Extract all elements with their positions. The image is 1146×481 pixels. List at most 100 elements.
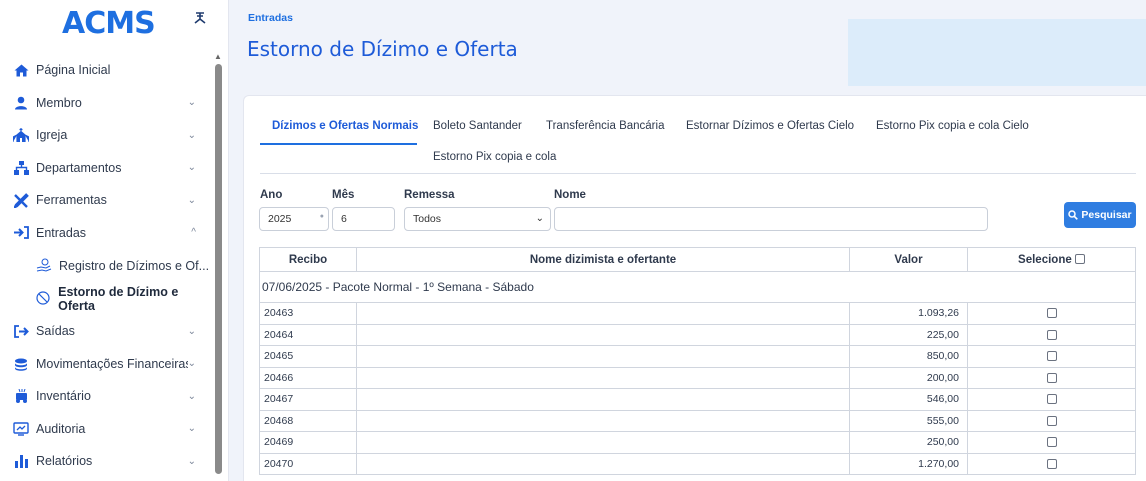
valor-cell: 546,00 bbox=[849, 388, 968, 411]
ano-label: Ano bbox=[260, 189, 283, 201]
table-row: 20468 555,00 bbox=[259, 409, 1136, 432]
nome-cell bbox=[356, 323, 850, 346]
chevron-up-icon: ^ bbox=[191, 227, 196, 239]
table-header-row: Recibo Nome dizimista e ofertante Valor … bbox=[259, 247, 1136, 272]
sign-in-icon bbox=[12, 225, 30, 241]
chevron-down-icon: ⌄ bbox=[187, 97, 196, 109]
select-cell bbox=[967, 323, 1136, 346]
search-icon bbox=[1068, 210, 1079, 220]
sidebar-item-igreja[interactable]: Igreja ⌄ bbox=[0, 119, 210, 152]
tab-estorno-pix-cielo[interactable]: Estorno Pix copia e cola Cielo bbox=[876, 120, 1029, 132]
select-all-checkbox[interactable] bbox=[1074, 254, 1085, 265]
sidebar-item-entradas[interactable]: Entradas ^ bbox=[0, 217, 210, 250]
tab-estornar-cielo[interactable]: Estornar Dízimos e Ofertas Cielo bbox=[686, 120, 854, 132]
app-logo[interactable]: ACMS bbox=[62, 6, 156, 41]
remessa-label: Remessa bbox=[404, 189, 455, 201]
recibo-cell: 20469 bbox=[259, 431, 357, 454]
sidebar-item-label: Inventário bbox=[36, 389, 91, 404]
sidebar-item-relatorios[interactable]: Relatórios ⌄ bbox=[0, 445, 210, 478]
ano-value: 2025 bbox=[268, 213, 292, 225]
sidebar-item-label: Departamentos bbox=[36, 160, 122, 175]
valor-cell: 200,00 bbox=[849, 366, 968, 389]
audit-icon bbox=[12, 421, 30, 437]
select-cell bbox=[967, 366, 1136, 389]
select-cell bbox=[967, 388, 1136, 411]
sidebar-scrollbar[interactable]: ▲ bbox=[213, 52, 223, 481]
row-checkbox[interactable] bbox=[1046, 372, 1057, 383]
chevron-down-icon: ⌄ bbox=[187, 423, 196, 435]
active-tab-indicator bbox=[260, 143, 417, 145]
sidebar-item-pagina-inicial[interactable]: Página Inicial bbox=[0, 54, 210, 87]
nome-input[interactable] bbox=[554, 207, 988, 231]
search-button-label: Pesquisar bbox=[1081, 209, 1132, 221]
group-label: 07/06/2025 - Pacote Normal - 1º Semana -… bbox=[259, 271, 1136, 303]
recibo-cell: 20468 bbox=[259, 409, 357, 432]
dolly-icon bbox=[12, 388, 30, 404]
row-checkbox[interactable] bbox=[1046, 329, 1057, 340]
sidebar-item-ferramentas[interactable]: Ferramentas ⌄ bbox=[0, 184, 210, 217]
nome-cell bbox=[356, 452, 850, 475]
header-banner bbox=[848, 19, 1146, 86]
valor-cell: 225,00 bbox=[849, 323, 968, 346]
sidebar-item-label: Movimentações Financeiras bbox=[36, 356, 188, 371]
sidebar-item-saidas[interactable]: Saídas ⌄ bbox=[0, 315, 210, 348]
sidebar-item-auditoria[interactable]: Auditoria ⌄ bbox=[0, 413, 210, 446]
row-checkbox[interactable] bbox=[1046, 351, 1057, 362]
row-checkbox[interactable] bbox=[1046, 415, 1057, 426]
valor-cell: 555,00 bbox=[849, 409, 968, 432]
nome-cell bbox=[356, 409, 850, 432]
ban-icon bbox=[36, 290, 51, 307]
col-selecione-label: Selecione bbox=[1018, 253, 1072, 266]
page-title: Estorno de Dízimo e Oferta bbox=[247, 37, 518, 61]
sidebar-item-label: Saídas bbox=[36, 324, 75, 339]
sidebar-item-inventario[interactable]: Inventário ⌄ bbox=[0, 380, 210, 413]
nome-cell bbox=[356, 345, 850, 368]
tab-transferencia-bancaria[interactable]: Transferência Bancária bbox=[546, 120, 664, 132]
scroll-up-arrow-icon[interactable]: ▲ bbox=[214, 52, 222, 61]
table-row: 20469 250,00 bbox=[259, 431, 1136, 454]
tab-estorno-pix[interactable]: Estorno Pix copia e cola bbox=[433, 151, 556, 163]
remessa-select[interactable]: Todos ⌄ bbox=[404, 207, 551, 231]
valor-cell: 1.093,26 bbox=[849, 302, 968, 325]
breadcrumb[interactable]: Entradas bbox=[248, 12, 293, 24]
tab-dizimos-normais[interactable]: Dízimos e Ofertas Normais bbox=[272, 120, 418, 132]
home-icon bbox=[12, 62, 30, 78]
sidebar-subitem-registro[interactable]: Registro de Dízimos e Of... bbox=[0, 249, 210, 282]
sidebar-item-membro[interactable]: Membro ⌄ bbox=[0, 87, 210, 120]
recibo-cell: 20464 bbox=[259, 323, 357, 346]
scrollbar-thumb[interactable] bbox=[215, 64, 222, 474]
table-row: 20464 225,00 bbox=[259, 323, 1136, 346]
table-row: 20467 546,00 bbox=[259, 388, 1136, 411]
nome-cell bbox=[356, 302, 850, 325]
pin-icon[interactable] bbox=[192, 10, 208, 26]
sidebar-item-label: Relatórios bbox=[36, 454, 93, 469]
sidebar-item-movimentacoes[interactable]: Movimentações Financeiras ⌄ bbox=[0, 348, 210, 381]
ano-input[interactable]: 2025 ● bbox=[259, 207, 329, 231]
row-checkbox[interactable] bbox=[1046, 394, 1057, 405]
recibo-cell: 20465 bbox=[259, 345, 357, 368]
search-button[interactable]: Pesquisar bbox=[1064, 202, 1136, 228]
col-nome: Nome dizimista e ofertante bbox=[356, 247, 850, 272]
sidebar: ACMS Página Inicial Membro ⌄ Igreja ⌄ De… bbox=[0, 0, 229, 481]
nome-cell bbox=[356, 431, 850, 454]
select-cell bbox=[967, 302, 1136, 325]
select-cell bbox=[967, 409, 1136, 432]
tools-icon bbox=[12, 192, 30, 208]
select-cell bbox=[967, 452, 1136, 475]
table-row: 20470 1.270,00 bbox=[259, 452, 1136, 475]
valor-cell: 850,00 bbox=[849, 345, 968, 368]
row-checkbox[interactable] bbox=[1046, 458, 1057, 469]
table-row: 20465 850,00 bbox=[259, 345, 1136, 368]
sidebar-subitem-estorno[interactable]: Estorno de Dízimo e Oferta bbox=[0, 282, 210, 315]
row-checkbox[interactable] bbox=[1046, 437, 1057, 448]
results-table: Recibo Nome dizimista e ofertante Valor … bbox=[259, 247, 1136, 475]
sidebar-item-departamentos[interactable]: Departamentos ⌄ bbox=[0, 152, 210, 185]
coins-icon bbox=[12, 356, 30, 372]
row-checkbox[interactable] bbox=[1046, 308, 1057, 319]
chevron-down-icon: ⌄ bbox=[187, 358, 196, 370]
sidebar-item-label: Ferramentas bbox=[36, 193, 107, 208]
tab-boleto-santander[interactable]: Boleto Santander bbox=[433, 120, 522, 132]
stepper-icon[interactable]: ● bbox=[320, 213, 324, 220]
mes-input[interactable]: 6 bbox=[332, 207, 395, 231]
col-valor: Valor bbox=[849, 247, 968, 272]
